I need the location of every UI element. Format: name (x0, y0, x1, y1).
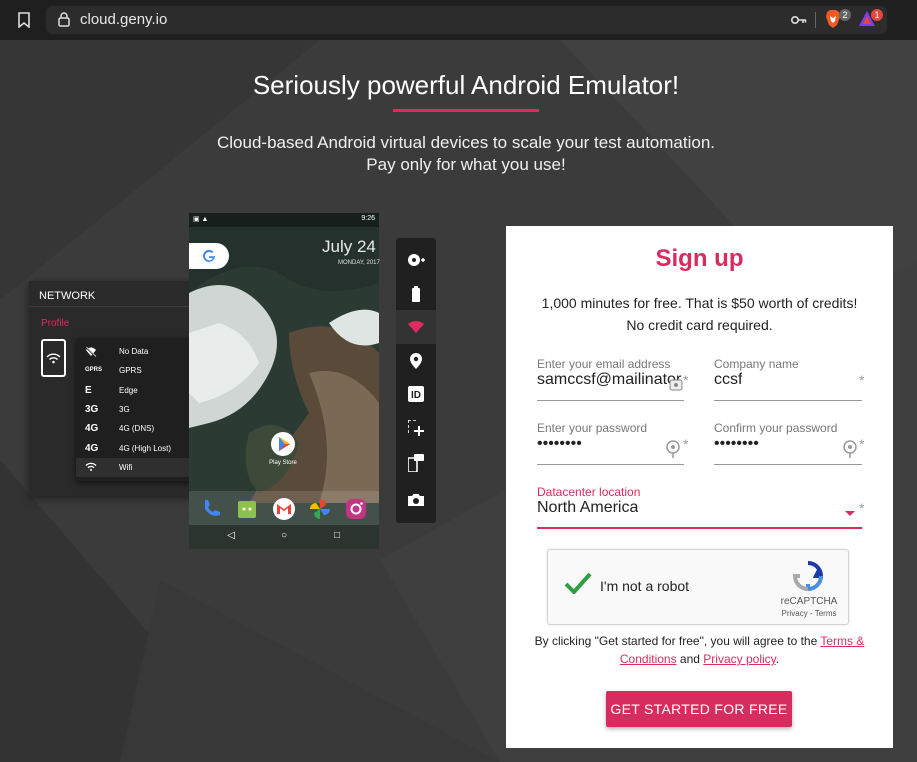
4g-icon: 4G (85, 423, 99, 434)
shields-count-badge: 2 (839, 9, 851, 21)
edge-icon: E (85, 385, 92, 396)
network-option-edge[interactable]: E Edge (76, 381, 193, 400)
hero-underline (393, 109, 539, 112)
promo-line-1: 1,000 minutes for free. That is $50 wort… (541, 295, 858, 311)
phone-date: July 24 (322, 237, 376, 256)
key-icon[interactable] (790, 13, 807, 31)
email-input[interactable]: samccsf@mailinator (537, 371, 684, 389)
network-profile-list: No Data GPRS GPRS E Edge 3G 3G 4G 4G (DN… (76, 338, 193, 481)
gmail-app-icon[interactable] (272, 497, 296, 521)
4g-icon: 4G (85, 443, 99, 454)
datacenter-select[interactable]: Datacenter location North America (537, 485, 862, 529)
3g-icon: 3G (85, 404, 99, 415)
camera-icon[interactable] (396, 482, 436, 516)
get-started-button[interactable]: GET STARTED FOR FREE (606, 691, 792, 727)
confirm-password-field[interactable]: Confirm your password •••••••• (714, 421, 864, 467)
device-icon (41, 339, 66, 377)
hero-subtitle-line2: Pay only for what you use! (366, 155, 566, 174)
gps-record-icon[interactable] (396, 243, 436, 277)
phone-app-icon[interactable] (199, 497, 223, 521)
password-required-marker: * (683, 436, 689, 452)
network-option-gprs[interactable]: GPRS GPRS (76, 361, 193, 380)
recaptcha-widget: I'm not a robot reCAPTCHA Privacy - Term… (547, 549, 849, 625)
network-panel-title: NETWORK (39, 290, 96, 302)
network-profile-label: Profile (41, 318, 70, 329)
privacy-link[interactable]: Privacy policy (703, 652, 775, 666)
emulator-toolbar: ID (396, 238, 436, 523)
back-nav-icon[interactable]: ◁ (225, 530, 237, 542)
datacenter-value[interactable]: North America (537, 499, 638, 517)
browser-toolbar: cloud.geny.io 2 1 (0, 0, 917, 40)
recaptcha-logo-icon (792, 560, 824, 597)
url-text: cloud.geny.io (80, 11, 168, 28)
signup-promo: 1,000 minutes for free. That is $50 wort… (506, 292, 893, 336)
network-panel: NETWORK Profile No Data GPRS GPRS E Edge… (29, 281, 197, 496)
phone-sms-icon[interactable] (396, 446, 436, 480)
wifi-icon (85, 458, 105, 479)
photos-app-icon[interactable] (308, 497, 332, 521)
phone-date-sub: MONDAY, 2017 (338, 260, 380, 266)
phone-status-bar: ▣ ▲ 9:26 (189, 213, 379, 227)
id-icon[interactable]: ID (396, 377, 436, 411)
hero-subtitle-line1: Cloud-based Android virtual devices to s… (217, 133, 715, 152)
company-input[interactable]: ccsf (714, 371, 742, 389)
signup-title: Sign up (655, 245, 744, 272)
recaptcha-brand: reCAPTCHA (780, 596, 838, 607)
rewards-count-badge: 1 (871, 9, 883, 21)
toolbar-divider (815, 12, 816, 28)
terms-text: By clicking "Get started for free", you … (534, 634, 865, 666)
messages-app-icon[interactable] (235, 497, 259, 521)
confirm-password-input[interactable]: •••••••• (714, 435, 759, 453)
password-field[interactable]: Enter your password •••••••• (537, 421, 687, 467)
android-nav-bar: ◁ ○ □ (189, 525, 379, 549)
resize-icon[interactable] (396, 411, 436, 445)
promo-line-2: No credit card required. (626, 317, 773, 333)
show-password-icon[interactable] (666, 440, 680, 463)
network-option-3g[interactable]: 3G 3G (76, 400, 193, 419)
battery-icon[interactable] (396, 277, 436, 311)
email-field[interactable]: Enter your email address samccsf@mailina… (537, 357, 687, 403)
confirm-required-marker: * (859, 436, 865, 452)
instagram-app-icon[interactable] (344, 497, 368, 521)
show-confirm-password-icon[interactable] (843, 440, 857, 463)
google-search-widget[interactable] (189, 243, 229, 269)
network-option-4g-dns[interactable]: 4G 4G (DNS) (76, 419, 193, 438)
email-required-marker: * (683, 372, 689, 388)
autofill-icon[interactable] (669, 378, 683, 396)
address-bar[interactable]: cloud.geny.io 2 1 (46, 6, 887, 34)
play-store-app-icon[interactable] (269, 431, 297, 462)
signup-card: Sign up 1,000 minutes for free. That is … (506, 226, 893, 748)
bookmark-icon[interactable] (14, 10, 34, 30)
notification-icons: ▣ ▲ (193, 216, 209, 223)
captcha-label: I'm not a robot (600, 578, 690, 594)
checkmark-icon (564, 572, 592, 595)
home-nav-icon[interactable]: ○ (278, 530, 290, 542)
chevron-down-icon[interactable] (845, 511, 855, 516)
google-icon (203, 249, 215, 262)
recents-nav-icon[interactable]: □ (331, 530, 343, 542)
network-option-no-data[interactable]: No Data (76, 342, 193, 361)
hero-subtitle: Cloud-based Android virtual devices to s… (0, 132, 917, 176)
network-option-wifi[interactable]: Wifi (76, 458, 193, 477)
datacenter-required-marker: * (859, 500, 865, 516)
location-icon[interactable] (396, 344, 436, 378)
company-field[interactable]: Company name ccsf (714, 357, 862, 403)
wifi-icon[interactable] (396, 310, 436, 344)
play-store-label: Play Store (269, 460, 297, 466)
network-panel-divider (29, 306, 197, 307)
captcha-checkbox[interactable] (564, 572, 592, 599)
gprs-icon: GPRS (85, 367, 103, 373)
svg-text:ID: ID (411, 390, 421, 401)
phone-clock: 9:26 (361, 215, 375, 222)
lock-icon (58, 12, 72, 28)
recaptcha-links[interactable]: Privacy - Terms (776, 609, 842, 618)
company-required-marker: * (859, 372, 865, 388)
password-input[interactable]: •••••••• (537, 435, 582, 453)
hero-title: Seriously powerful Android Emulator! (252, 70, 680, 100)
network-option-4g-high-lost[interactable]: 4G 4G (High Lost) (76, 439, 193, 458)
